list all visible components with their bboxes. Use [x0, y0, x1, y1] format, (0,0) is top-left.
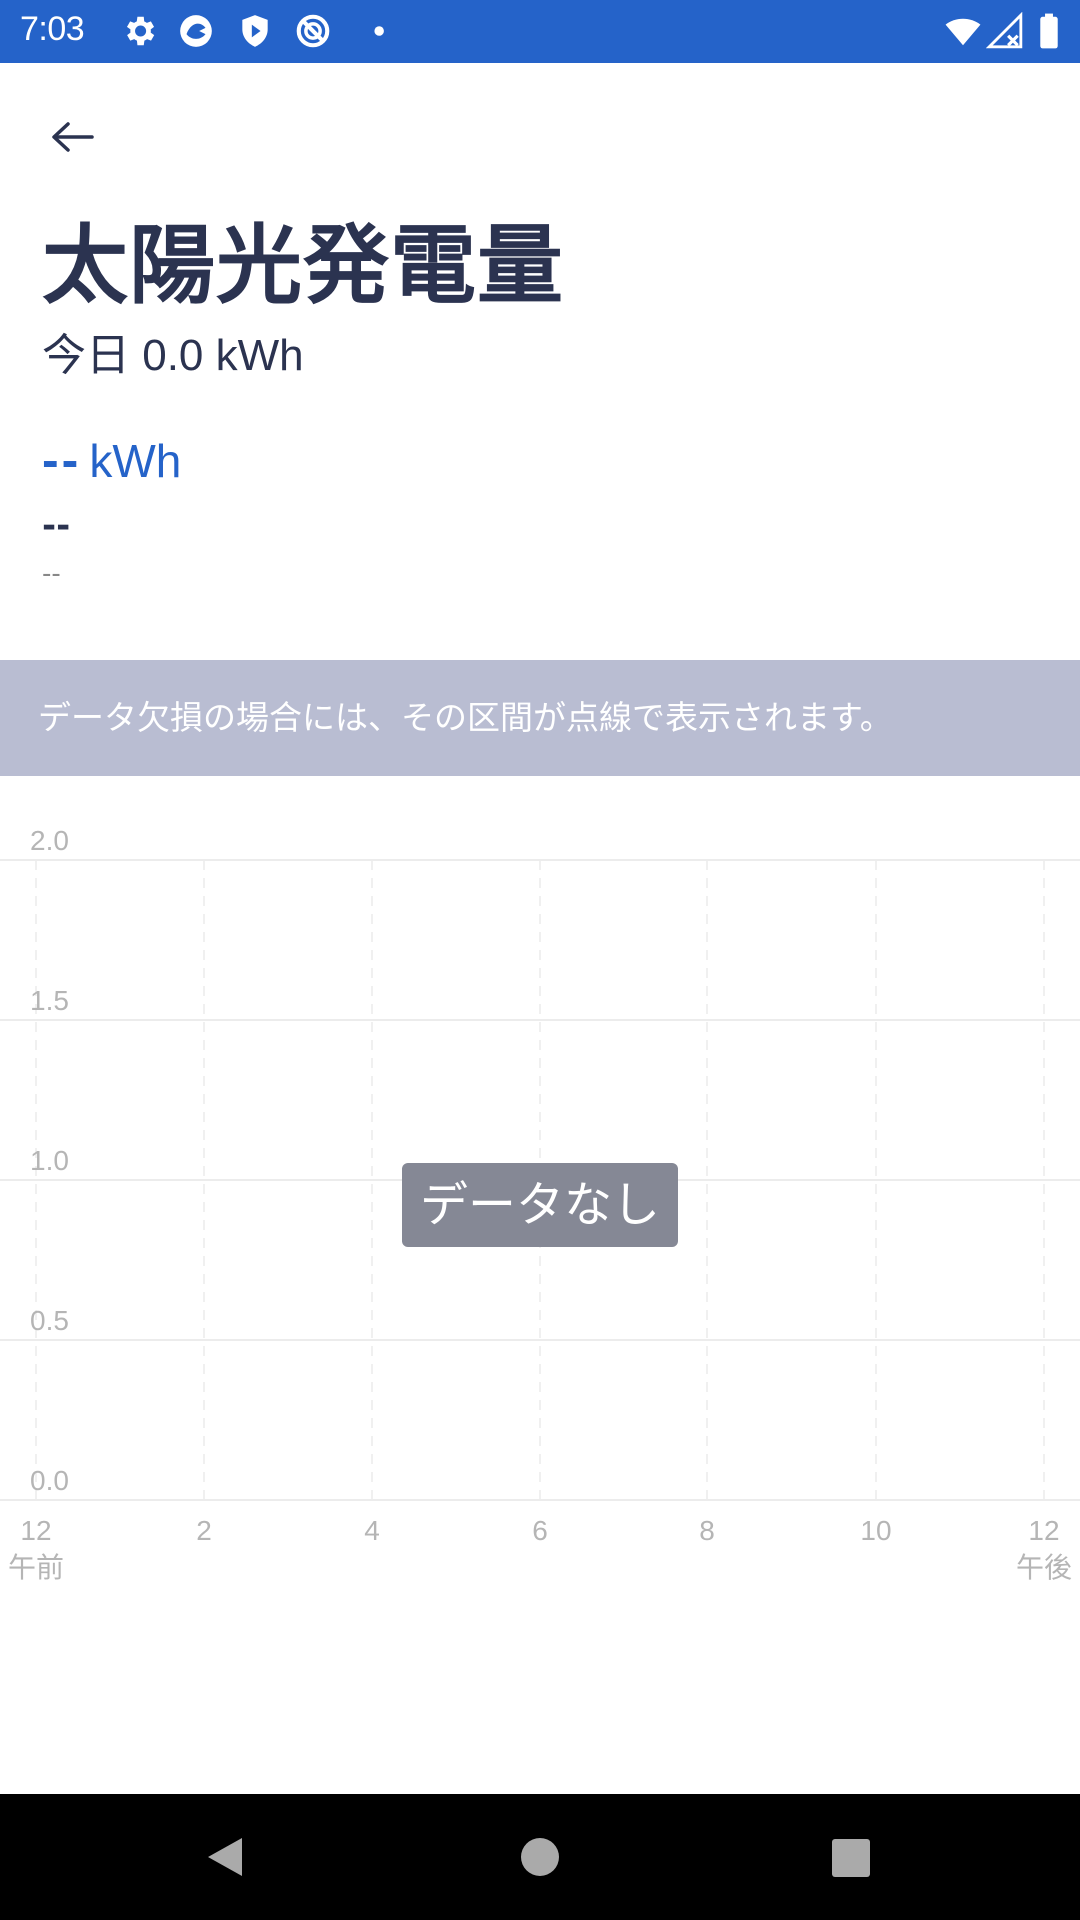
- no-data-badge: データなし: [402, 1163, 678, 1247]
- y-tick-label: 0.0: [30, 1465, 69, 1496]
- reading-number: --: [42, 432, 82, 488]
- navigation-bar: [0, 1794, 1080, 1920]
- no-sign-icon: [296, 14, 330, 48]
- shield-play-icon: [242, 15, 268, 47]
- x-tick-label: 12: [1028, 1515, 1059, 1546]
- recents-square-icon[interactable]: [817, 1824, 883, 1890]
- x-tick-label: 12: [20, 1515, 51, 1546]
- battery-icon: [1040, 13, 1058, 49]
- y-tick-label: 1.0: [30, 1145, 69, 1176]
- back-button[interactable]: [44, 112, 100, 168]
- reading-value: -- kWh: [42, 430, 181, 503]
- status-time: 7:03: [20, 10, 85, 48]
- reading-unit: kWh: [89, 435, 182, 487]
- x-tick-label: 4: [364, 1515, 380, 1546]
- wifi-icon: [945, 18, 981, 46]
- signal-icon: [986, 12, 1023, 49]
- x-tick-label: 10: [860, 1515, 891, 1546]
- y-tick-label: 1.5: [30, 985, 69, 1016]
- x-tick-label: 2: [196, 1515, 212, 1546]
- y-tick-label: 0.5: [30, 1305, 69, 1336]
- notice-text: データ欠損の場合には、その区間が点線で表示されます。: [38, 698, 893, 737]
- x-tick-sublabel: 午後: [1016, 1551, 1072, 1584]
- home-circle-icon[interactable]: [507, 1824, 573, 1890]
- y-tick-label: 2.0: [30, 825, 69, 856]
- x-tick-label: 6: [532, 1515, 548, 1546]
- gear-icon: [126, 16, 155, 46]
- dot-icon: [374, 26, 384, 36]
- page-title: 太陽光発電量: [42, 216, 564, 316]
- x-tick-sublabel: 午前: [8, 1551, 64, 1584]
- x-tick-label: 8: [699, 1515, 715, 1546]
- arrow-left-icon: [52, 122, 94, 152]
- back-triangle-icon[interactable]: [192, 1824, 258, 1890]
- reading-detail-1: --: [42, 506, 71, 546]
- status-bar: 7:03: [0, 0, 1080, 63]
- missing-data-notice: データ欠損の場合には、その区間が点線で表示されます。: [0, 660, 1080, 776]
- reading-detail-2: --: [42, 559, 61, 589]
- today-total: 今日 0.0 kWh: [42, 331, 304, 380]
- app-icon: [180, 15, 212, 47]
